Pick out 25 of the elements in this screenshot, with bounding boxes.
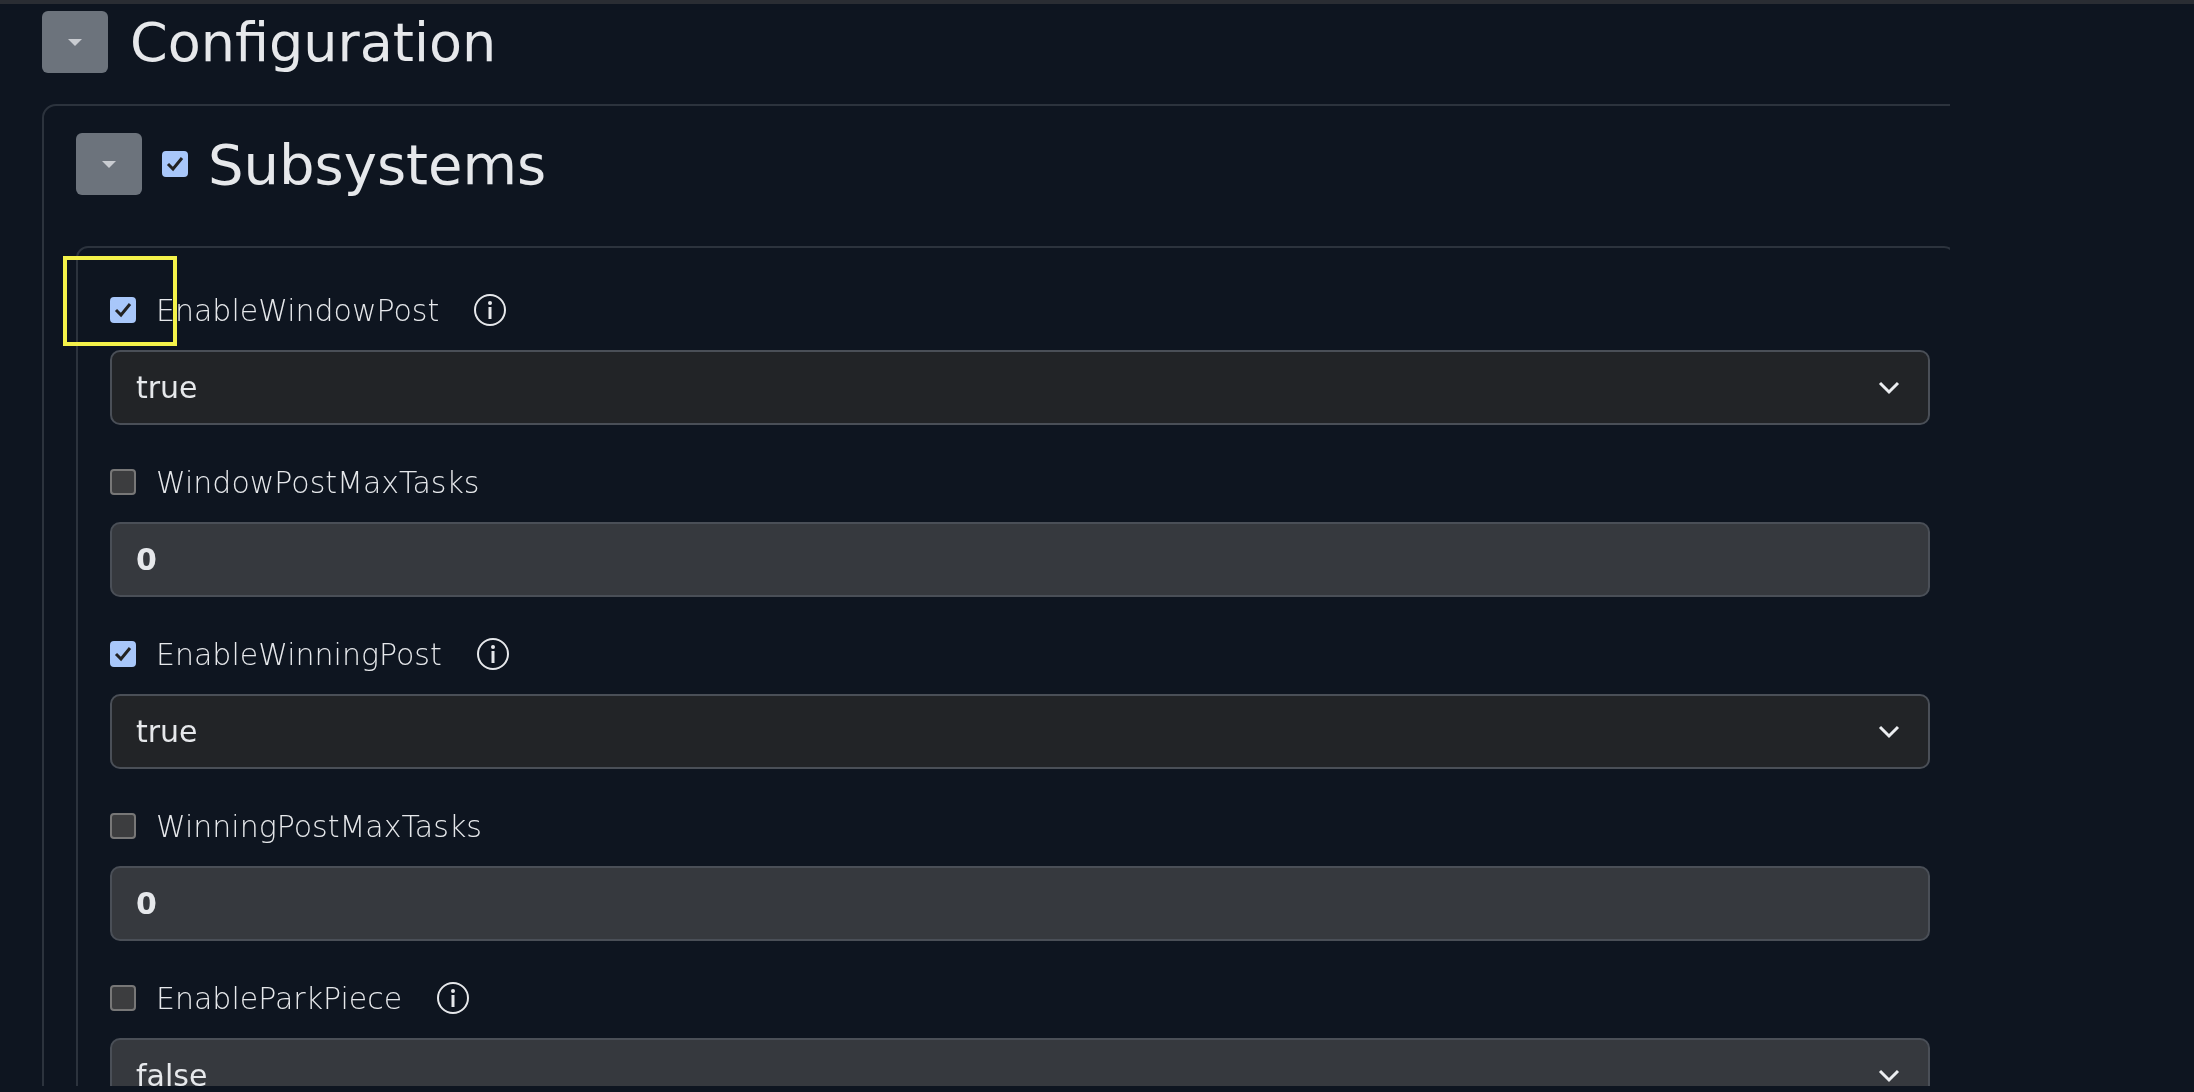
input-field[interactable]: 0 xyxy=(110,866,1930,941)
field-label: EnableWinningPost xyxy=(156,636,442,672)
chevron-down-icon xyxy=(1878,1068,1900,1083)
check-icon xyxy=(114,302,132,318)
checkbox[interactable] xyxy=(110,813,136,839)
field-label: WindowPostMaxTasks xyxy=(156,464,480,500)
check-icon xyxy=(166,156,184,172)
field-label: WinningPostMaxTasks xyxy=(156,808,482,844)
input-field[interactable]: 0 xyxy=(110,522,1930,597)
section-title: Configuration xyxy=(130,10,497,74)
chevron-down-icon xyxy=(1878,380,1900,395)
dropdown[interactable]: true xyxy=(110,350,1930,425)
dropdown[interactable]: false xyxy=(110,1038,1930,1086)
checkbox[interactable] xyxy=(110,297,136,323)
caret-icon xyxy=(100,159,118,169)
check-icon xyxy=(114,646,132,662)
chevron-down-icon xyxy=(1878,724,1900,739)
field-label: EnableParkPiece xyxy=(156,980,403,1016)
checkbox[interactable] xyxy=(110,985,136,1011)
checkbox[interactable] xyxy=(110,641,136,667)
checkbox[interactable] xyxy=(110,469,136,495)
group-title: Subsystems xyxy=(208,131,547,197)
caret-icon xyxy=(66,37,84,47)
dropdown[interactable]: true xyxy=(110,694,1930,769)
checkbox[interactable] xyxy=(162,151,188,177)
